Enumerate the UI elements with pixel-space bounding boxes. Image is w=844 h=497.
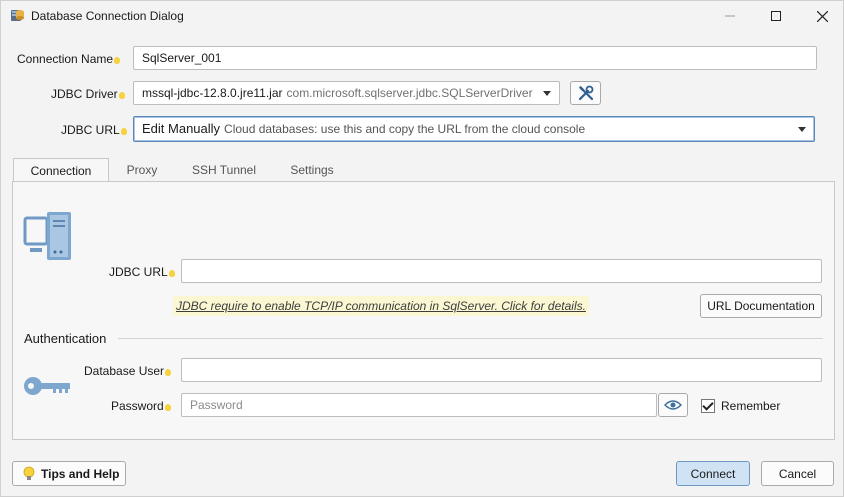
lightbulb-icon	[23, 466, 35, 480]
password-input[interactable]: Password	[181, 393, 657, 417]
chevron-down-icon	[543, 91, 551, 96]
lightbulb-icon	[164, 404, 171, 411]
url-mode-hint: Cloud databases: use this and copy the U…	[224, 122, 586, 136]
url-mode-value: Edit Manually	[142, 121, 221, 136]
lightbulb-icon	[165, 369, 172, 376]
password-label: Password	[111, 399, 171, 413]
close-button[interactable]	[799, 1, 844, 31]
maximize-button[interactable]	[753, 1, 799, 31]
remember-label: Remember	[721, 399, 781, 413]
key-icon	[24, 377, 70, 395]
close-icon	[816, 10, 828, 22]
chevron-down-icon	[798, 127, 806, 132]
lightbulb-icon	[114, 57, 121, 64]
jdbc-driver-select[interactable]: mssql-jdbc-12.8.0.jre11.jar com.microsoft…	[133, 81, 560, 105]
database-user-input[interactable]	[181, 358, 822, 382]
database-user-label: Database User	[84, 364, 172, 378]
section-divider	[118, 338, 823, 339]
lightbulb-icon	[168, 270, 175, 277]
driver-class: com.microsoft.sqlserver.jdbc.SQLServerDr…	[286, 86, 533, 100]
connection-name-input[interactable]: SqlServer_001	[133, 46, 817, 70]
driver-settings-button[interactable]	[570, 81, 601, 105]
database-connection-dialog: Database Connection Dialog Connection Na…	[0, 0, 844, 497]
minimize-button[interactable]	[707, 1, 753, 31]
authentication-title: Authentication	[24, 331, 107, 346]
window-title: Database Connection Dialog	[31, 9, 184, 23]
connect-button[interactable]: Connect	[676, 461, 750, 486]
database-icon	[11, 10, 24, 21]
jdbc-url-label: JDBC URL	[109, 265, 175, 279]
eye-icon	[664, 400, 682, 410]
title-bar: Database Connection Dialog	[1, 1, 843, 31]
jdbc-url-mode-select[interactable]: Edit Manually Cloud databases: use this a…	[133, 116, 815, 142]
tab-proxy[interactable]: Proxy	[117, 158, 167, 182]
jdbc-url-input[interactable]	[181, 259, 822, 283]
tab-ssh-tunnel[interactable]: SSH Tunnel	[185, 158, 263, 182]
connection-name-label: Connection Name	[17, 52, 121, 66]
server-icon	[23, 212, 71, 260]
cancel-button[interactable]: Cancel	[761, 461, 834, 486]
driver-jar: mssql-jdbc-12.8.0.jre11.jar	[142, 86, 283, 100]
lightbulb-icon	[118, 92, 125, 99]
jdbc-url-mode-label: JDBC URL	[61, 123, 127, 137]
tab-settings[interactable]: Settings	[281, 158, 343, 182]
tips-and-help-button[interactable]: Tips and Help	[12, 461, 126, 486]
maximize-icon	[771, 11, 781, 21]
tips-and-help-label: Tips and Help	[41, 466, 120, 481]
minimize-icon	[725, 15, 735, 17]
url-documentation-button[interactable]: URL Documentation	[700, 294, 822, 318]
show-password-button[interactable]	[658, 393, 688, 417]
remember-checkbox[interactable]	[701, 399, 715, 413]
tcp-ip-hint-link[interactable]: JDBC require to enable TCP/IP communicat…	[173, 296, 589, 316]
tab-connection[interactable]: Connection	[13, 158, 109, 183]
tools-icon	[578, 85, 593, 101]
lightbulb-icon	[120, 128, 127, 135]
jdbc-driver-label: JDBC Driver	[51, 87, 125, 101]
